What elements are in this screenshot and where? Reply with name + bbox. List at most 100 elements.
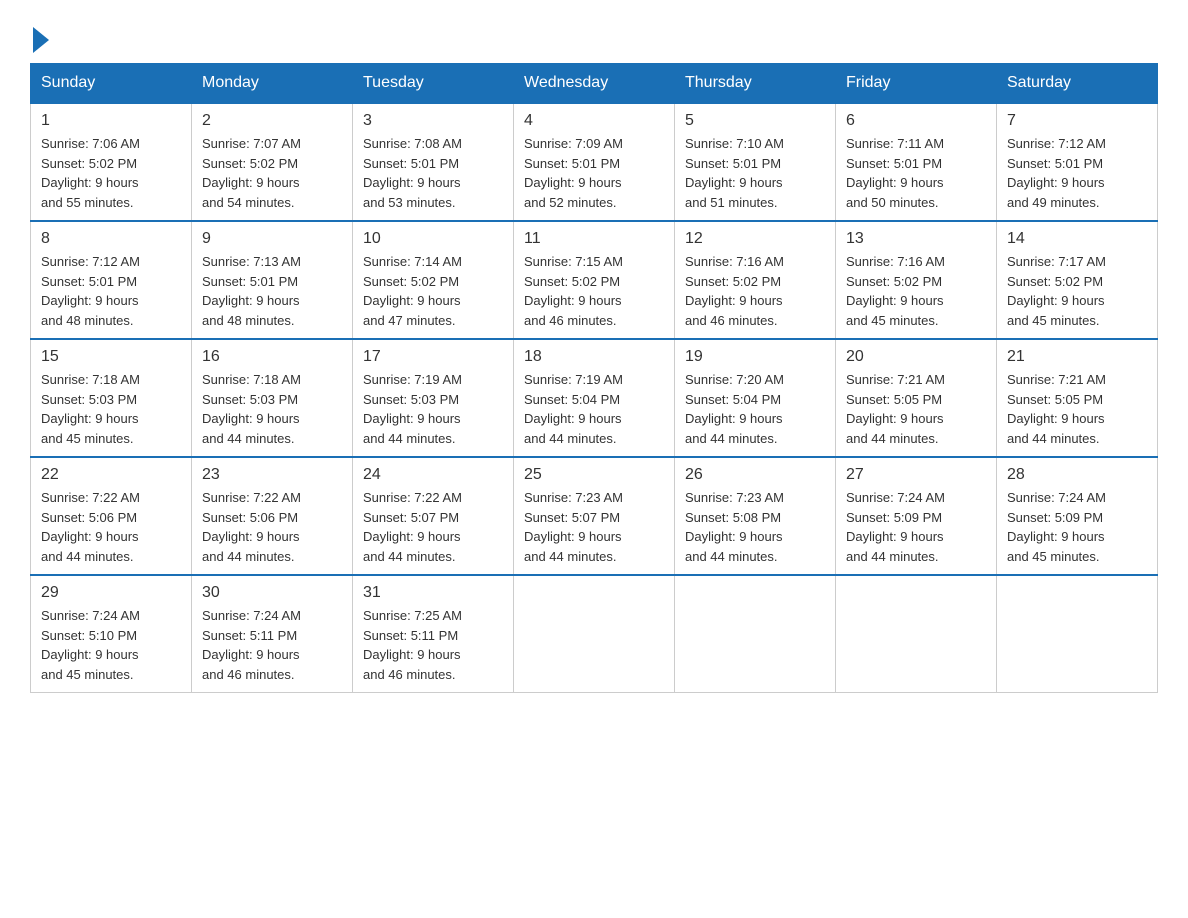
day-number: 29: [41, 584, 181, 602]
day-info: Sunrise: 7:22 AM Sunset: 5:06 PM Dayligh…: [41, 488, 181, 566]
calendar-week-row: 1 Sunrise: 7:06 AM Sunset: 5:02 PM Dayli…: [31, 103, 1158, 221]
calendar-cell: 12 Sunrise: 7:16 AM Sunset: 5:02 PM Dayl…: [675, 221, 836, 339]
col-header-tuesday: Tuesday: [353, 64, 514, 104]
day-number: 1: [41, 112, 181, 130]
day-info: Sunrise: 7:20 AM Sunset: 5:04 PM Dayligh…: [685, 370, 825, 448]
day-number: 9: [202, 230, 342, 248]
calendar-cell: 17 Sunrise: 7:19 AM Sunset: 5:03 PM Dayl…: [353, 339, 514, 457]
calendar-cell: 15 Sunrise: 7:18 AM Sunset: 5:03 PM Dayl…: [31, 339, 192, 457]
day-number: 22: [41, 466, 181, 484]
calendar-cell: 8 Sunrise: 7:12 AM Sunset: 5:01 PM Dayli…: [31, 221, 192, 339]
day-number: 21: [1007, 348, 1147, 366]
calendar-cell: 5 Sunrise: 7:10 AM Sunset: 5:01 PM Dayli…: [675, 103, 836, 221]
calendar-cell: 3 Sunrise: 7:08 AM Sunset: 5:01 PM Dayli…: [353, 103, 514, 221]
day-number: 14: [1007, 230, 1147, 248]
calendar-cell: 7 Sunrise: 7:12 AM Sunset: 5:01 PM Dayli…: [997, 103, 1158, 221]
day-info: Sunrise: 7:16 AM Sunset: 5:02 PM Dayligh…: [846, 252, 986, 330]
col-header-monday: Monday: [192, 64, 353, 104]
calendar-cell: [514, 575, 675, 693]
calendar-cell: 30 Sunrise: 7:24 AM Sunset: 5:11 PM Dayl…: [192, 575, 353, 693]
calendar-cell: [675, 575, 836, 693]
logo: [30, 20, 49, 53]
day-number: 7: [1007, 112, 1147, 130]
calendar-week-row: 8 Sunrise: 7:12 AM Sunset: 5:01 PM Dayli…: [31, 221, 1158, 339]
day-number: 8: [41, 230, 181, 248]
day-info: Sunrise: 7:06 AM Sunset: 5:02 PM Dayligh…: [41, 134, 181, 212]
day-info: Sunrise: 7:18 AM Sunset: 5:03 PM Dayligh…: [41, 370, 181, 448]
calendar-cell: 25 Sunrise: 7:23 AM Sunset: 5:07 PM Dayl…: [514, 457, 675, 575]
calendar-week-row: 29 Sunrise: 7:24 AM Sunset: 5:10 PM Dayl…: [31, 575, 1158, 693]
day-info: Sunrise: 7:12 AM Sunset: 5:01 PM Dayligh…: [1007, 134, 1147, 212]
calendar-cell: 10 Sunrise: 7:14 AM Sunset: 5:02 PM Dayl…: [353, 221, 514, 339]
day-number: 5: [685, 112, 825, 130]
day-info: Sunrise: 7:22 AM Sunset: 5:07 PM Dayligh…: [363, 488, 503, 566]
day-number: 18: [524, 348, 664, 366]
day-info: Sunrise: 7:19 AM Sunset: 5:03 PM Dayligh…: [363, 370, 503, 448]
day-info: Sunrise: 7:22 AM Sunset: 5:06 PM Dayligh…: [202, 488, 342, 566]
calendar-cell: 2 Sunrise: 7:07 AM Sunset: 5:02 PM Dayli…: [192, 103, 353, 221]
day-info: Sunrise: 7:21 AM Sunset: 5:05 PM Dayligh…: [1007, 370, 1147, 448]
calendar-cell: 22 Sunrise: 7:22 AM Sunset: 5:06 PM Dayl…: [31, 457, 192, 575]
calendar-cell: 23 Sunrise: 7:22 AM Sunset: 5:06 PM Dayl…: [192, 457, 353, 575]
day-number: 30: [202, 584, 342, 602]
day-number: 10: [363, 230, 503, 248]
day-number: 3: [363, 112, 503, 130]
day-info: Sunrise: 7:15 AM Sunset: 5:02 PM Dayligh…: [524, 252, 664, 330]
calendar-cell: 26 Sunrise: 7:23 AM Sunset: 5:08 PM Dayl…: [675, 457, 836, 575]
day-number: 6: [846, 112, 986, 130]
day-number: 20: [846, 348, 986, 366]
day-info: Sunrise: 7:23 AM Sunset: 5:08 PM Dayligh…: [685, 488, 825, 566]
calendar-cell: 18 Sunrise: 7:19 AM Sunset: 5:04 PM Dayl…: [514, 339, 675, 457]
day-info: Sunrise: 7:21 AM Sunset: 5:05 PM Dayligh…: [846, 370, 986, 448]
day-info: Sunrise: 7:24 AM Sunset: 5:11 PM Dayligh…: [202, 606, 342, 684]
calendar-cell: 28 Sunrise: 7:24 AM Sunset: 5:09 PM Dayl…: [997, 457, 1158, 575]
day-info: Sunrise: 7:16 AM Sunset: 5:02 PM Dayligh…: [685, 252, 825, 330]
calendar-cell: 9 Sunrise: 7:13 AM Sunset: 5:01 PM Dayli…: [192, 221, 353, 339]
day-info: Sunrise: 7:12 AM Sunset: 5:01 PM Dayligh…: [41, 252, 181, 330]
calendar-header-row: SundayMondayTuesdayWednesdayThursdayFrid…: [31, 64, 1158, 104]
col-header-wednesday: Wednesday: [514, 64, 675, 104]
col-header-saturday: Saturday: [997, 64, 1158, 104]
calendar-cell: 14 Sunrise: 7:17 AM Sunset: 5:02 PM Dayl…: [997, 221, 1158, 339]
day-number: 13: [846, 230, 986, 248]
day-number: 31: [363, 584, 503, 602]
calendar-cell: 24 Sunrise: 7:22 AM Sunset: 5:07 PM Dayl…: [353, 457, 514, 575]
day-number: 26: [685, 466, 825, 484]
calendar-cell: 31 Sunrise: 7:25 AM Sunset: 5:11 PM Dayl…: [353, 575, 514, 693]
day-number: 19: [685, 348, 825, 366]
col-header-sunday: Sunday: [31, 64, 192, 104]
page-header: [30, 20, 1158, 53]
calendar-cell: 1 Sunrise: 7:06 AM Sunset: 5:02 PM Dayli…: [31, 103, 192, 221]
day-info: Sunrise: 7:24 AM Sunset: 5:09 PM Dayligh…: [846, 488, 986, 566]
day-info: Sunrise: 7:14 AM Sunset: 5:02 PM Dayligh…: [363, 252, 503, 330]
day-number: 25: [524, 466, 664, 484]
calendar-cell: 21 Sunrise: 7:21 AM Sunset: 5:05 PM Dayl…: [997, 339, 1158, 457]
col-header-thursday: Thursday: [675, 64, 836, 104]
calendar-week-row: 22 Sunrise: 7:22 AM Sunset: 5:06 PM Dayl…: [31, 457, 1158, 575]
day-info: Sunrise: 7:08 AM Sunset: 5:01 PM Dayligh…: [363, 134, 503, 212]
day-info: Sunrise: 7:11 AM Sunset: 5:01 PM Dayligh…: [846, 134, 986, 212]
calendar-cell: 19 Sunrise: 7:20 AM Sunset: 5:04 PM Dayl…: [675, 339, 836, 457]
calendar-cell: 29 Sunrise: 7:24 AM Sunset: 5:10 PM Dayl…: [31, 575, 192, 693]
day-number: 24: [363, 466, 503, 484]
day-number: 16: [202, 348, 342, 366]
day-info: Sunrise: 7:25 AM Sunset: 5:11 PM Dayligh…: [363, 606, 503, 684]
day-number: 17: [363, 348, 503, 366]
day-info: Sunrise: 7:17 AM Sunset: 5:02 PM Dayligh…: [1007, 252, 1147, 330]
day-number: 2: [202, 112, 342, 130]
calendar-cell: 20 Sunrise: 7:21 AM Sunset: 5:05 PM Dayl…: [836, 339, 997, 457]
calendar-cell: 4 Sunrise: 7:09 AM Sunset: 5:01 PM Dayli…: [514, 103, 675, 221]
day-number: 23: [202, 466, 342, 484]
day-info: Sunrise: 7:10 AM Sunset: 5:01 PM Dayligh…: [685, 134, 825, 212]
day-info: Sunrise: 7:18 AM Sunset: 5:03 PM Dayligh…: [202, 370, 342, 448]
calendar-cell: 27 Sunrise: 7:24 AM Sunset: 5:09 PM Dayl…: [836, 457, 997, 575]
calendar-cell: 6 Sunrise: 7:11 AM Sunset: 5:01 PM Dayli…: [836, 103, 997, 221]
day-info: Sunrise: 7:24 AM Sunset: 5:09 PM Dayligh…: [1007, 488, 1147, 566]
day-number: 15: [41, 348, 181, 366]
calendar-week-row: 15 Sunrise: 7:18 AM Sunset: 5:03 PM Dayl…: [31, 339, 1158, 457]
day-number: 27: [846, 466, 986, 484]
day-number: 28: [1007, 466, 1147, 484]
calendar-cell: 13 Sunrise: 7:16 AM Sunset: 5:02 PM Dayl…: [836, 221, 997, 339]
day-info: Sunrise: 7:09 AM Sunset: 5:01 PM Dayligh…: [524, 134, 664, 212]
day-info: Sunrise: 7:07 AM Sunset: 5:02 PM Dayligh…: [202, 134, 342, 212]
